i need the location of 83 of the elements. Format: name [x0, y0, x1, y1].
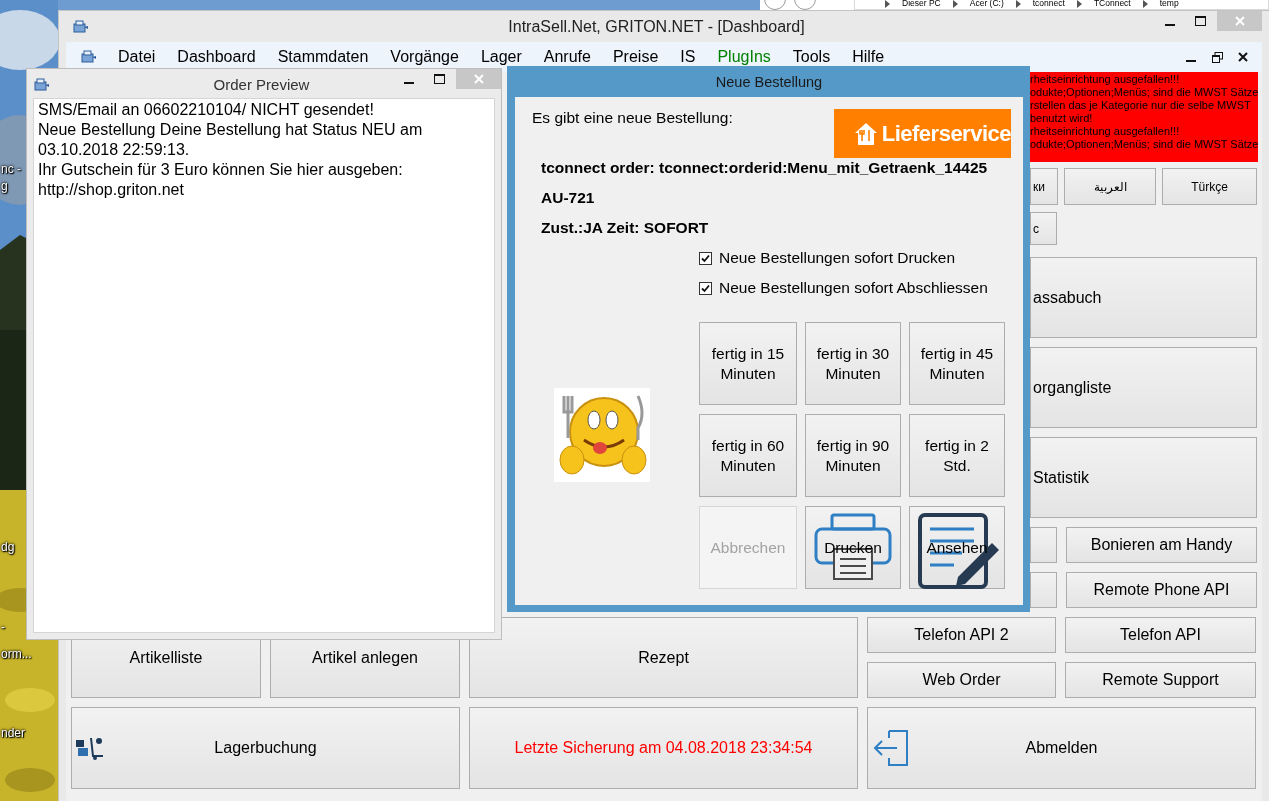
- dashboard-button[interactable]: Lagerbuchung: [71, 707, 460, 789]
- maximize-icon: [1194, 16, 1206, 26]
- dialog-button[interactable]: fertig in 2 Std.: [909, 414, 1005, 497]
- dashboard-button[interactable]: Abmelden: [867, 707, 1256, 789]
- alert-text: rheitseinrichtung ausgefallen!!!: [1030, 125, 1181, 138]
- checkbox-label: Neue Bestellungen sofort Abschliessen: [719, 279, 988, 297]
- window-title: Neue Bestellung: [715, 73, 823, 90]
- alert-text: benutzt wird!: [1030, 112, 1094, 125]
- chevron-icon: [1015, 0, 1021, 8]
- dashboard-button[interactable]: Web Order: [867, 662, 1056, 698]
- alert-text: rstellen das je Kategorie nur die selbe MWST: [1030, 99, 1252, 112]
- order-detail: Zust.:JA Zeit: SOFORT: [541, 218, 710, 238]
- breadcrumb-item[interactable]: Acer (C:): [969, 0, 1004, 8]
- menu-item[interactable]: Stammdaten: [277, 48, 369, 66]
- text-area[interactable]: SMS/Email an 06602210104/ NICHT gesendet! Neue Bestellung Deine Bestellung hat Status NEU am 03.10.2018 22:59:13. Ihr Gutschein für 3 Euro können Sie hier ausgeben: http://shop.griton.net: [33, 98, 495, 633]
- close-icon: [1238, 52, 1248, 62]
- language-button[interactable]: c: [1030, 212, 1057, 245]
- dashboard-button[interactable]: Rezept: [469, 617, 858, 698]
- chevron-icon: [885, 0, 890, 8]
- dialog-button[interactable]: fertig in 30 Minuten: [805, 322, 901, 405]
- menu-item[interactable]: PlugIns: [717, 48, 771, 66]
- language-button[interactable]: العربية: [1064, 168, 1156, 205]
- menu-item[interactable]: IS: [680, 48, 696, 66]
- register-icon: [80, 50, 96, 64]
- menu-item[interactable]: Lager: [480, 48, 522, 66]
- dashboard-button[interactable]: assabuch: [1030, 257, 1257, 338]
- menu-item[interactable]: Hilfe: [852, 48, 885, 66]
- close-icon: [473, 74, 484, 84]
- language-button[interactable]: Türkçe: [1162, 168, 1257, 205]
- minimize-icon: [1186, 60, 1196, 62]
- text-line: SMS/Email an 06602210104/ NICHT gesendet!: [38, 100, 375, 120]
- text-line: 03.10.2018 22:59:13.: [38, 140, 191, 160]
- cutlery-emoji-icon: [554, 388, 650, 482]
- window-title: Order Preview: [212, 75, 311, 93]
- dashboard-button[interactable]: Telefon API 2: [867, 617, 1056, 653]
- dashboard-button[interactable]: Bonieren am Handy: [1066, 527, 1257, 563]
- alert-text: odukte;Optionen;Menüs; sind die MWST Sätze: [1030, 138, 1258, 151]
- exit-arrow-icon: [871, 728, 911, 768]
- dashboard-button[interactable]: Statistik: [1030, 437, 1257, 518]
- order-detail: AU-721: [541, 188, 596, 208]
- alert-text: odukte;Optionen;Menüs; sind die MWST Sätze: [1030, 86, 1258, 99]
- dialog-button[interactable]: fertig in 60 Minuten: [699, 414, 797, 497]
- dialog-button[interactable]: fertig in 45 Minuten: [909, 322, 1005, 405]
- dashboard-button[interactable]: Telefon API: [1065, 617, 1256, 653]
- dashboard-button[interactable]: Remote Support: [1065, 662, 1256, 698]
- menu-item[interactable]: Datei: [118, 48, 156, 66]
- intro-text: Es gibt eine neue Bestellung:: [532, 109, 733, 127]
- dashboard-button[interactable]: Remote Phone API: [1066, 572, 1257, 608]
- checkbox-label: Neue Bestellungen sofort Drucken: [719, 249, 956, 267]
- breadcrumb-item[interactable]: tconnect: [1032, 0, 1065, 8]
- minimize-icon: [1165, 24, 1175, 26]
- logo-text: Lieferservice: [881, 120, 1011, 147]
- chevron-icon: [952, 0, 958, 8]
- menu-item[interactable]: Preise: [612, 48, 659, 66]
- minimize-icon: [404, 82, 414, 84]
- check-icon: [701, 253, 710, 263]
- checkbox[interactable]: [699, 281, 712, 295]
- window-title: IntraSell.Net, GRITON.NET - [Dashboard]: [507, 17, 806, 36]
- language-button[interactable]: ки: [1030, 168, 1058, 205]
- chevron-icon: [1142, 0, 1148, 8]
- text-line: Neue Bestellung Deine Bestellung hat Status NEU am: [38, 120, 424, 140]
- text-line: http://shop.griton.net: [38, 180, 185, 200]
- dialog-button[interactable]: fertig in 90 Minuten: [805, 414, 901, 497]
- chevron-icon: [1076, 0, 1082, 8]
- close-icon: [1234, 16, 1245, 26]
- register-icon: [33, 78, 49, 92]
- maximize-icon: [433, 74, 445, 84]
- check-icon: [701, 283, 710, 293]
- alert-text: rheitseinrichtung ausgefallen!!!: [1030, 73, 1181, 86]
- register-icon: [72, 20, 88, 34]
- menu-item[interactable]: Anrufe: [543, 48, 591, 66]
- text-line: Ihr Gutschein für 3 Euro können Sie hier ausgeben:: [38, 160, 404, 180]
- dashboard-button[interactable]: organgliste: [1030, 347, 1257, 428]
- breadcrumb-item[interactable]: temp: [1159, 0, 1179, 8]
- breadcrumb-item[interactable]: Dieser PC: [902, 0, 941, 8]
- menu-item[interactable]: Dashboard: [177, 48, 256, 66]
- breadcrumb-item[interactable]: TConnect: [1093, 0, 1131, 8]
- order-detail: tconnect order: tconnect:orderid:Menu_mit_Getraenk_14425: [541, 158, 989, 178]
- dialog-button[interactable]: fertig in 15 Minuten: [699, 322, 797, 405]
- menu-item[interactable]: Vorgänge: [390, 48, 459, 66]
- checkbox[interactable]: [699, 251, 712, 265]
- restore-icon: [1211, 51, 1223, 63]
- menu-item[interactable]: Tools: [792, 48, 831, 66]
